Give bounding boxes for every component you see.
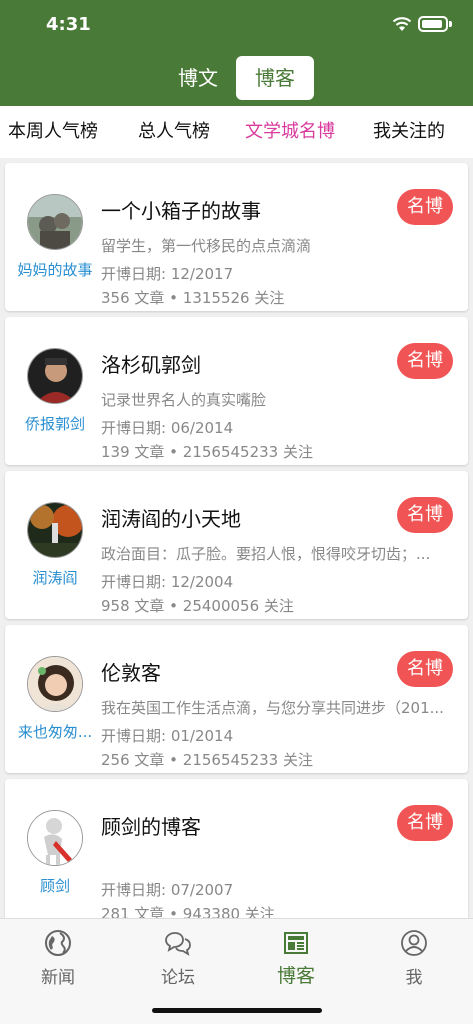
- person-icon: [401, 930, 427, 956]
- tab-following[interactable]: 我关注的: [373, 106, 445, 158]
- blog-description: 记录世界名人的真实嘴脸: [101, 391, 267, 409]
- blog-card[interactable]: 润涛阎 润涛阎的小天地 名博 政治面目：瓜子脸。要招人恨，恨得咬牙切齿；... …: [5, 471, 468, 619]
- battery-icon: [418, 16, 448, 32]
- tab-famous-blogs[interactable]: 文学城名博: [245, 106, 335, 158]
- segment-boke[interactable]: 博客: [236, 56, 314, 100]
- blog-card[interactable]: 侨报郭剑 洛杉矶郭剑 名博 记录世界名人的真实嘴脸 开博日期: 06/2014 …: [5, 317, 468, 465]
- tabbar-label: 新闻: [41, 968, 75, 988]
- blog-description: 我在英国工作生活点滴，与您分享共同进步（201...: [101, 699, 444, 717]
- tabbar-label: 博客: [276, 965, 315, 987]
- owner-name[interactable]: 顾剑: [5, 875, 105, 896]
- avatar[interactable]: [27, 194, 83, 250]
- status-time: 4:31: [46, 14, 91, 35]
- blog-description: 政治面目：瓜子脸。要招人恨，恨得咬牙切齿；...: [101, 545, 431, 563]
- blog-description: 留学生，第一代移民的点点滴滴: [101, 237, 312, 255]
- tab-total-popular[interactable]: 总人气榜: [138, 106, 210, 158]
- blog-start-date: 开博日期: 06/2014: [101, 419, 234, 437]
- owner-name[interactable]: 来也匆匆...: [5, 721, 105, 742]
- avatar[interactable]: [27, 502, 83, 558]
- chat-bubbles-icon: [165, 932, 191, 956]
- segment-bowen[interactable]: 博文: [168, 56, 228, 100]
- blog-stats: 256 文章 • 2156545233 关注: [101, 751, 313, 769]
- famous-badge: 名博: [397, 651, 453, 687]
- wifi-icon: [392, 17, 412, 31]
- blog-stats: 139 文章 • 2156545233 关注: [101, 443, 313, 461]
- owner-name[interactable]: 侨报郭剑: [5, 413, 105, 434]
- blog-start-date: 开博日期: 12/2017: [101, 265, 234, 283]
- famous-badge: 名博: [397, 805, 453, 841]
- home-indicator: [152, 1008, 322, 1013]
- avatar[interactable]: [27, 348, 83, 404]
- blog-title: 润涛阎的小天地: [101, 507, 241, 531]
- tab-weekly-popular[interactable]: 本周人气榜: [8, 106, 98, 158]
- tabbar-label: 我: [405, 968, 423, 988]
- blog-card[interactable]: 妈妈的故事 一个小箱子的故事 名博 留学生，第一代移民的点点滴滴 开博日期: 1…: [5, 163, 468, 311]
- blog-start-date: 开博日期: 12/2004: [101, 573, 234, 591]
- tabbar-label: 论坛: [161, 968, 195, 988]
- famous-badge: 名博: [397, 497, 453, 533]
- blog-start-date: 开博日期: 01/2014: [101, 727, 234, 745]
- blog-start-date: 开博日期: 07/2007: [101, 881, 234, 899]
- blog-title: 一个小箱子的故事: [101, 199, 261, 223]
- blog-card[interactable]: 顾剑 顾剑的博客 名博 开博日期: 07/2007 281 文章 • 94338…: [5, 779, 468, 927]
- owner-name[interactable]: 润涛阎: [5, 567, 105, 588]
- famous-badge: 名博: [397, 189, 453, 225]
- app-header: 4:31 博文 博客: [0, 0, 473, 106]
- category-tabs: 本周人气榜 总人气榜 文学城名博 我关注的: [0, 106, 473, 158]
- blog-title: 洛杉矶郭剑: [101, 353, 201, 377]
- famous-badge: 名博: [397, 343, 453, 379]
- avatar[interactable]: [27, 810, 83, 866]
- blog-title: 伦敦客: [101, 661, 161, 685]
- owner-name[interactable]: 妈妈的故事: [5, 259, 105, 280]
- blog-stats: 356 文章 • 1315526 关注: [101, 289, 285, 307]
- newspaper-icon: [284, 932, 308, 954]
- avatar[interactable]: [27, 656, 83, 712]
- blog-card[interactable]: 来也匆匆... 伦敦客 名博 我在英国工作生活点滴，与您分享共同进步（201..…: [5, 625, 468, 773]
- blog-title: 顾剑的博客: [101, 815, 201, 839]
- globe-icon: [45, 930, 71, 956]
- blog-stats: 958 文章 • 25400056 关注: [101, 597, 294, 615]
